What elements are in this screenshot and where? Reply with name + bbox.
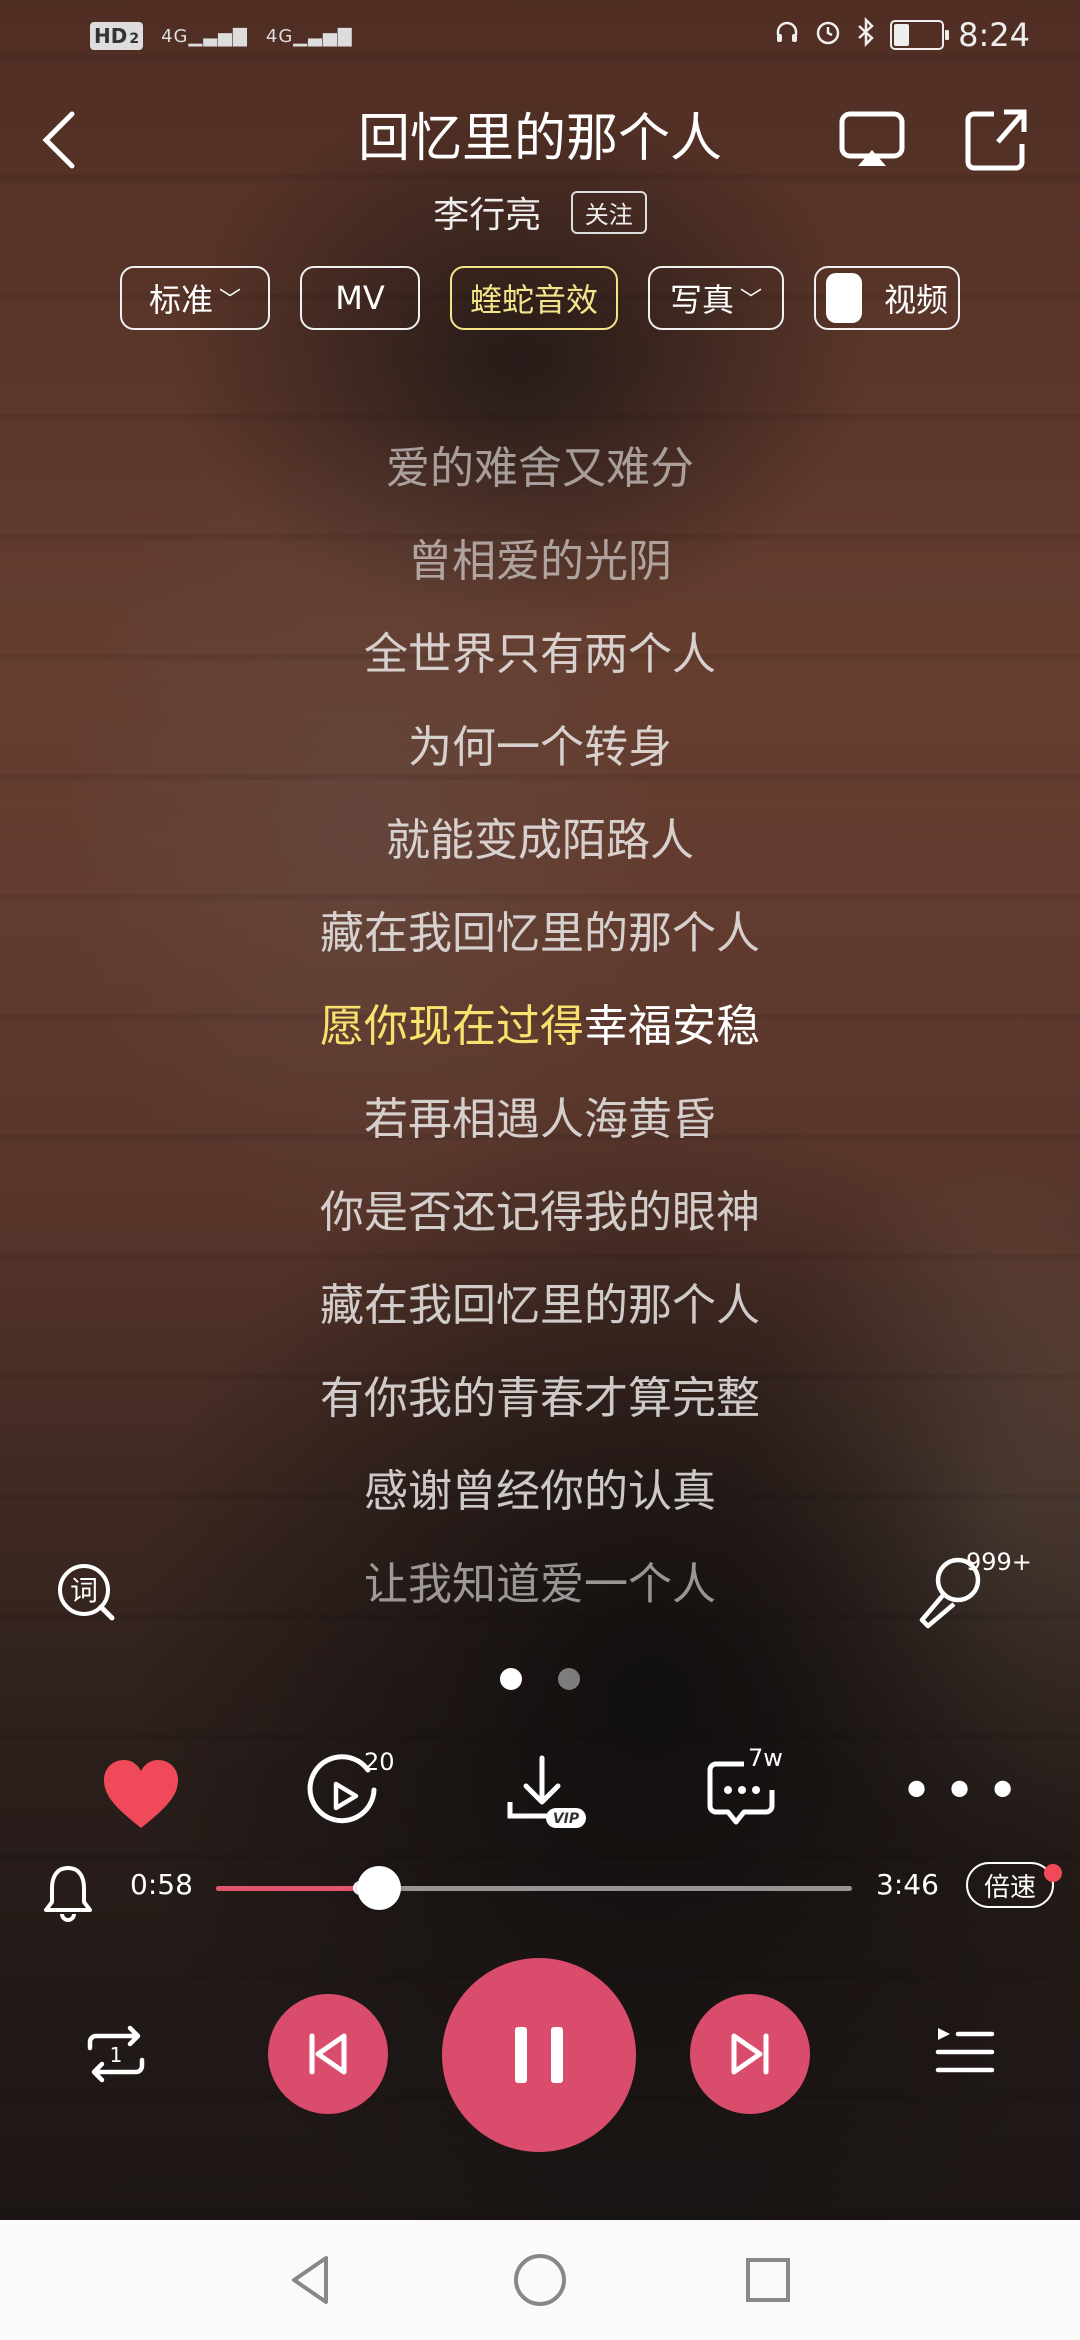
- cast-button[interactable]: [836, 100, 908, 180]
- lyric-line: 爱的难舍又难分: [386, 443, 694, 494]
- nav-recents-button[interactable]: [736, 2248, 800, 2312]
- cast-icon: [839, 111, 905, 166]
- lyric-unsung-part: 幸福安稳: [584, 1001, 760, 1052]
- page-dot-active: [500, 1668, 522, 1690]
- lyric-line: 若再相遇人海黄昏: [364, 1094, 716, 1145]
- speed-button[interactable]: 倍速: [966, 1862, 1054, 1908]
- circle-home-icon: [514, 2254, 566, 2306]
- song-title: 回忆里的那个人: [357, 109, 722, 169]
- current-lyric-line: 愿你现在过得幸福安稳: [0, 980, 1080, 1073]
- skip-previous-icon: [309, 2033, 347, 2075]
- playlist-icon: [935, 2028, 995, 2073]
- repeat-one-button[interactable]: 1: [80, 2018, 152, 2090]
- photo-dropdown[interactable]: 写真 ﹀: [648, 266, 784, 330]
- video-label: 视频: [883, 281, 948, 319]
- nav-back-button[interactable]: [280, 2248, 344, 2312]
- mv-label: MV: [335, 279, 385, 317]
- option-pills: 标准 ﹀ MV 蝰蛇音效 写真 ﹀ 视频: [120, 266, 960, 334]
- follow-button[interactable]: 关注: [570, 190, 647, 234]
- signal-icon-1: 4G▁▃▅▇: [161, 25, 248, 47]
- page-dot: [558, 1668, 580, 1690]
- lyric-line: 藏在我回忆里的那个人: [320, 1280, 760, 1331]
- quality-dropdown[interactable]: 标准 ﹀: [120, 266, 270, 330]
- hd-badge: HD 2: [90, 22, 144, 50]
- lyric-search-icon: 词: [58, 1564, 115, 1621]
- lyrics-panel[interactable]: 爱的难舍又难分 曾相爱的光阴 全世界只有两个人 为何一个转身 就能变成陌路人 藏…: [0, 422, 1080, 1631]
- repeat-one-icon: 1: [87, 2025, 145, 2083]
- video-toggle[interactable]: 视频: [814, 266, 960, 330]
- chevron-down-icon: ﹀: [219, 288, 242, 313]
- lyric-line: 就能变成陌路人: [386, 815, 694, 866]
- share-icon: [965, 109, 1027, 171]
- clock: 8:24: [958, 16, 1030, 54]
- previous-button[interactable]: [268, 1994, 388, 2114]
- system-nav-bar: [0, 2220, 1080, 2340]
- progress-bar[interactable]: [216, 1866, 852, 1910]
- lyric-line: 曾相爱的光阴: [408, 536, 672, 587]
- pause-icon: [515, 2027, 563, 2083]
- triangle-back-icon: [292, 2256, 328, 2304]
- comment-count: 7w: [748, 1744, 783, 1772]
- lyric-search-glyph: 词: [70, 1574, 98, 1607]
- chevron-down-icon: ﹀: [740, 288, 763, 313]
- heart-icon: [104, 1760, 178, 1828]
- next-button[interactable]: [690, 1994, 810, 2114]
- alarm-icon: [814, 18, 842, 53]
- vip-tag: VIP: [553, 1811, 580, 1827]
- lyric-line: 为何一个转身: [408, 722, 672, 773]
- status-right: 8:24: [774, 16, 1030, 54]
- bluetooth-icon: [856, 16, 876, 54]
- sound-effect-label: 蝰蛇音效: [469, 281, 598, 319]
- lyric-line: 全世界只有两个人: [364, 629, 716, 680]
- lyric-line: 你是否还记得我的眼神: [320, 1187, 760, 1238]
- page-indicator: [0, 1668, 1080, 1694]
- mv-button[interactable]: MV: [300, 266, 420, 330]
- speed-notification-dot: [1044, 1864, 1062, 1882]
- bell-icon: [44, 1866, 92, 1922]
- skip-next-icon: [731, 2033, 769, 2075]
- signal-icon-2: 4G▁▃▅▇: [265, 25, 353, 47]
- total-time: 3:46: [876, 1868, 939, 1901]
- download-button[interactable]: VIP: [500, 1750, 590, 1840]
- headphones-icon: [774, 19, 800, 52]
- more-options-button[interactable]: •••: [900, 1764, 1029, 1820]
- lyric-line: 有你我的青春才算完整: [320, 1373, 760, 1424]
- pause-button[interactable]: [442, 1958, 636, 2152]
- progress-thumb[interactable]: [357, 1866, 402, 1910]
- status-left: HD 2 4G▁▃▅▇ 4G▁▃▅▇: [90, 22, 353, 50]
- sound-effect-button[interactable]: 蝰蛇音效: [450, 266, 618, 330]
- current-time: 0:58: [130, 1868, 193, 1901]
- quality-label: 标准: [148, 281, 213, 319]
- square-recents-icon: [746, 2258, 790, 2302]
- battery-icon: [890, 20, 950, 50]
- timer-badge: 20: [364, 1748, 395, 1776]
- status-bar: HD 2 4G▁▃▅▇ 4G▁▃▅▇ 8:24: [0, 0, 1080, 80]
- bell-button[interactable]: [40, 1862, 96, 1922]
- like-button[interactable]: [96, 1750, 186, 1840]
- artist-row: 李行亮 关注: [0, 186, 1080, 238]
- photo-label: 写真: [669, 281, 734, 319]
- lyric-sung-part: 愿你现在过得: [320, 1001, 584, 1052]
- playlist-button[interactable]: [930, 2018, 1000, 2088]
- toggle-knob: [825, 273, 862, 323]
- lyric-search-button[interactable]: 词: [54, 1560, 118, 1624]
- artist-name[interactable]: 李行亮: [433, 195, 541, 236]
- lyric-line: 感谢曾经你的认真: [364, 1466, 716, 1517]
- share-button[interactable]: [960, 100, 1032, 180]
- lyric-line: 藏在我回忆里的那个人: [320, 908, 760, 959]
- repeat-badge: 1: [110, 2043, 123, 2067]
- karaoke-count: 999+: [966, 1548, 1032, 1576]
- nav-home-button[interactable]: [508, 2248, 572, 2312]
- download-icon: VIP: [507, 1755, 586, 1828]
